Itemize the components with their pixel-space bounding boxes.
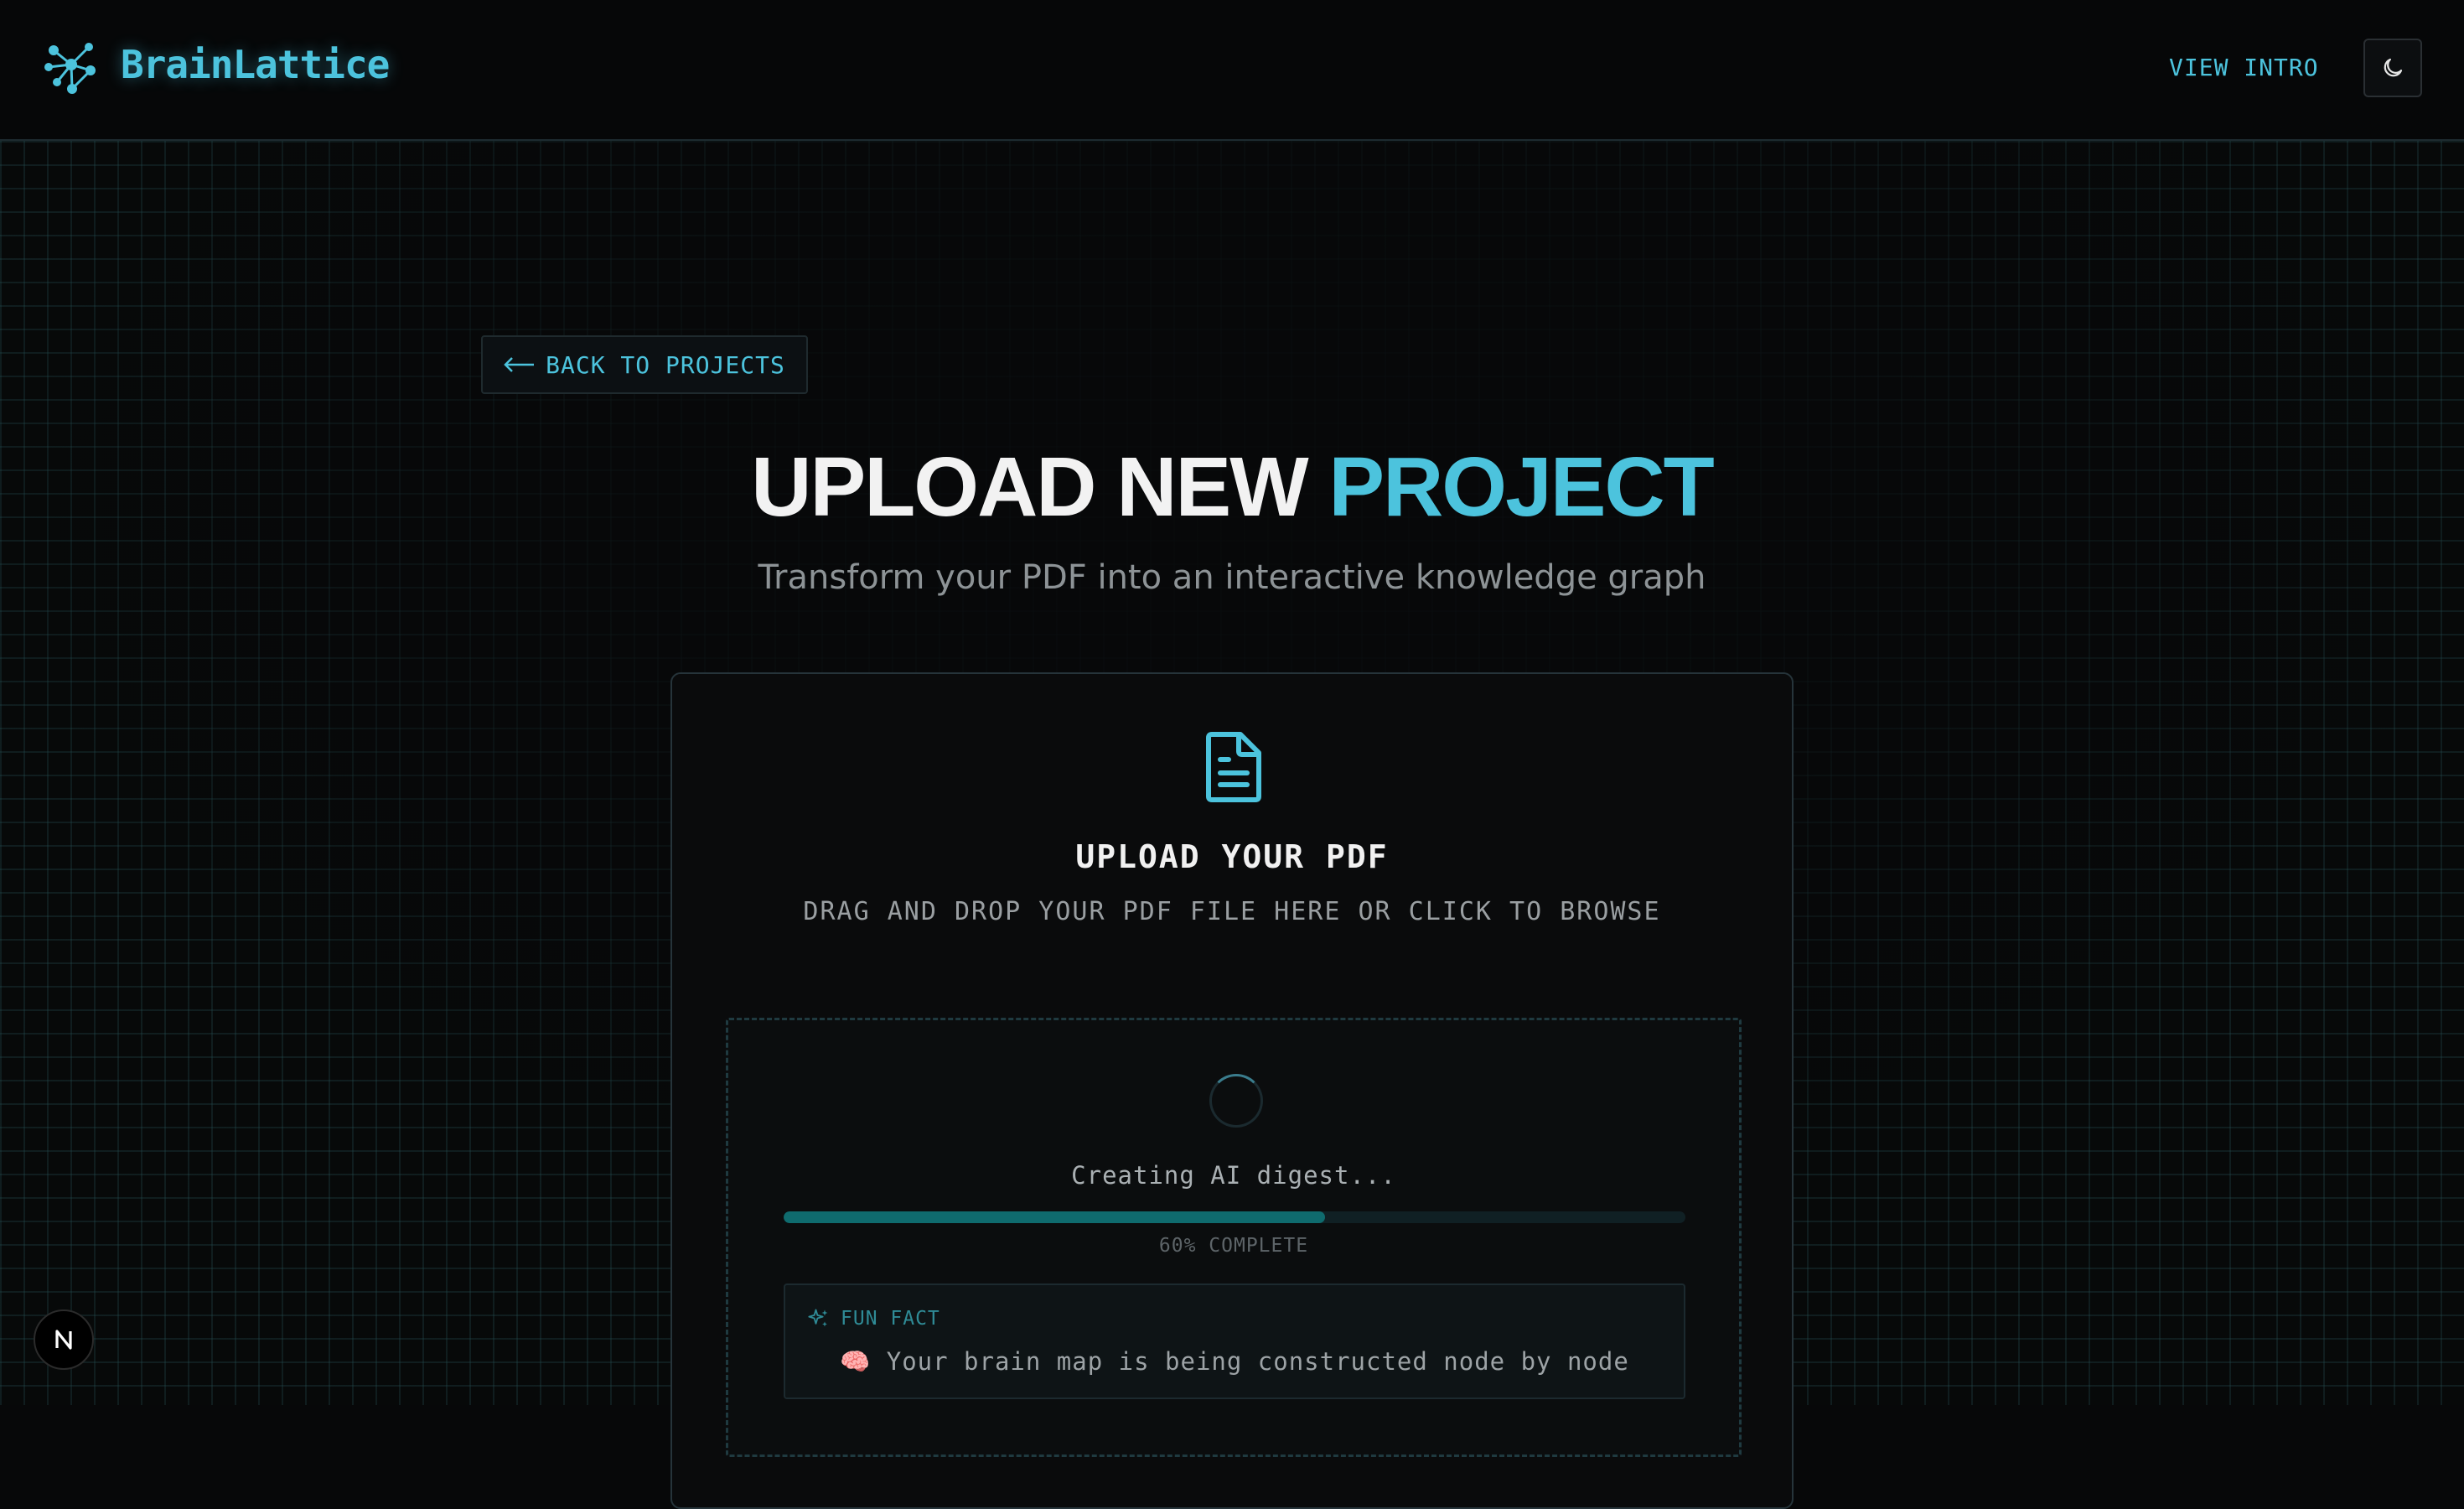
fun-fact-heading: FUN FACT (841, 1308, 940, 1330)
progress-bar (784, 1211, 1685, 1223)
brand-name[interactable]: BrainLattice (121, 42, 390, 87)
file-text-icon (1206, 732, 1261, 802)
back-button-label: BACK TO PROJECTS (546, 350, 785, 379)
upload-title: UPLOAD YOUR PDF (1075, 838, 1389, 875)
theme-toggle-button[interactable] (2363, 39, 2422, 97)
sparkles-icon (808, 1309, 828, 1327)
next-logo-icon (55, 1330, 72, 1350)
moon-icon (2384, 58, 2403, 77)
back-to-projects-button[interactable]: BACK TO PROJECTS (481, 335, 808, 394)
fun-fact-text: 🧠 Your brain map is being constructed no… (840, 1347, 1629, 1376)
page-title: UPLOAD NEW PROJECT (0, 439, 2464, 536)
page-subtitle: Transform your PDF into an interactive k… (758, 558, 1706, 597)
loading-spinner-icon (1209, 1074, 1263, 1128)
main-content: BACK TO PROJECTS UPLOAD NEW PROJECT Tran… (0, 141, 2464, 1509)
processing-status: Creating AI digest... (1071, 1161, 1396, 1190)
dev-tools-badge[interactable] (34, 1309, 94, 1370)
arrow-left-icon (504, 357, 535, 372)
lattice-logo-icon[interactable] (42, 37, 101, 96)
pdf-dropzone[interactable]: Creating AI digest... 60% COMPLETE FUN F… (726, 1018, 1742, 1457)
page-title-main: UPLOAD NEW (751, 440, 1308, 534)
progress-bar-fill (784, 1211, 1325, 1223)
progress-label: 60% COMPLETE (1158, 1235, 1309, 1257)
fun-fact-header: FUN FACT (807, 1307, 940, 1330)
fun-fact-box: FUN FACT 🧠 Your brain map is being const… (784, 1283, 1685, 1399)
view-intro-link[interactable]: VIEW INTRO (2169, 54, 2319, 81)
app-header: BrainLattice VIEW INTRO (0, 0, 2464, 141)
page-title-accent: PROJECT (1328, 440, 1714, 534)
upload-subtitle: DRAG AND DROP YOUR PDF FILE HERE OR CLIC… (803, 897, 1661, 926)
upload-card[interactable]: UPLOAD YOUR PDF DRAG AND DROP YOUR PDF F… (670, 672, 1794, 1509)
